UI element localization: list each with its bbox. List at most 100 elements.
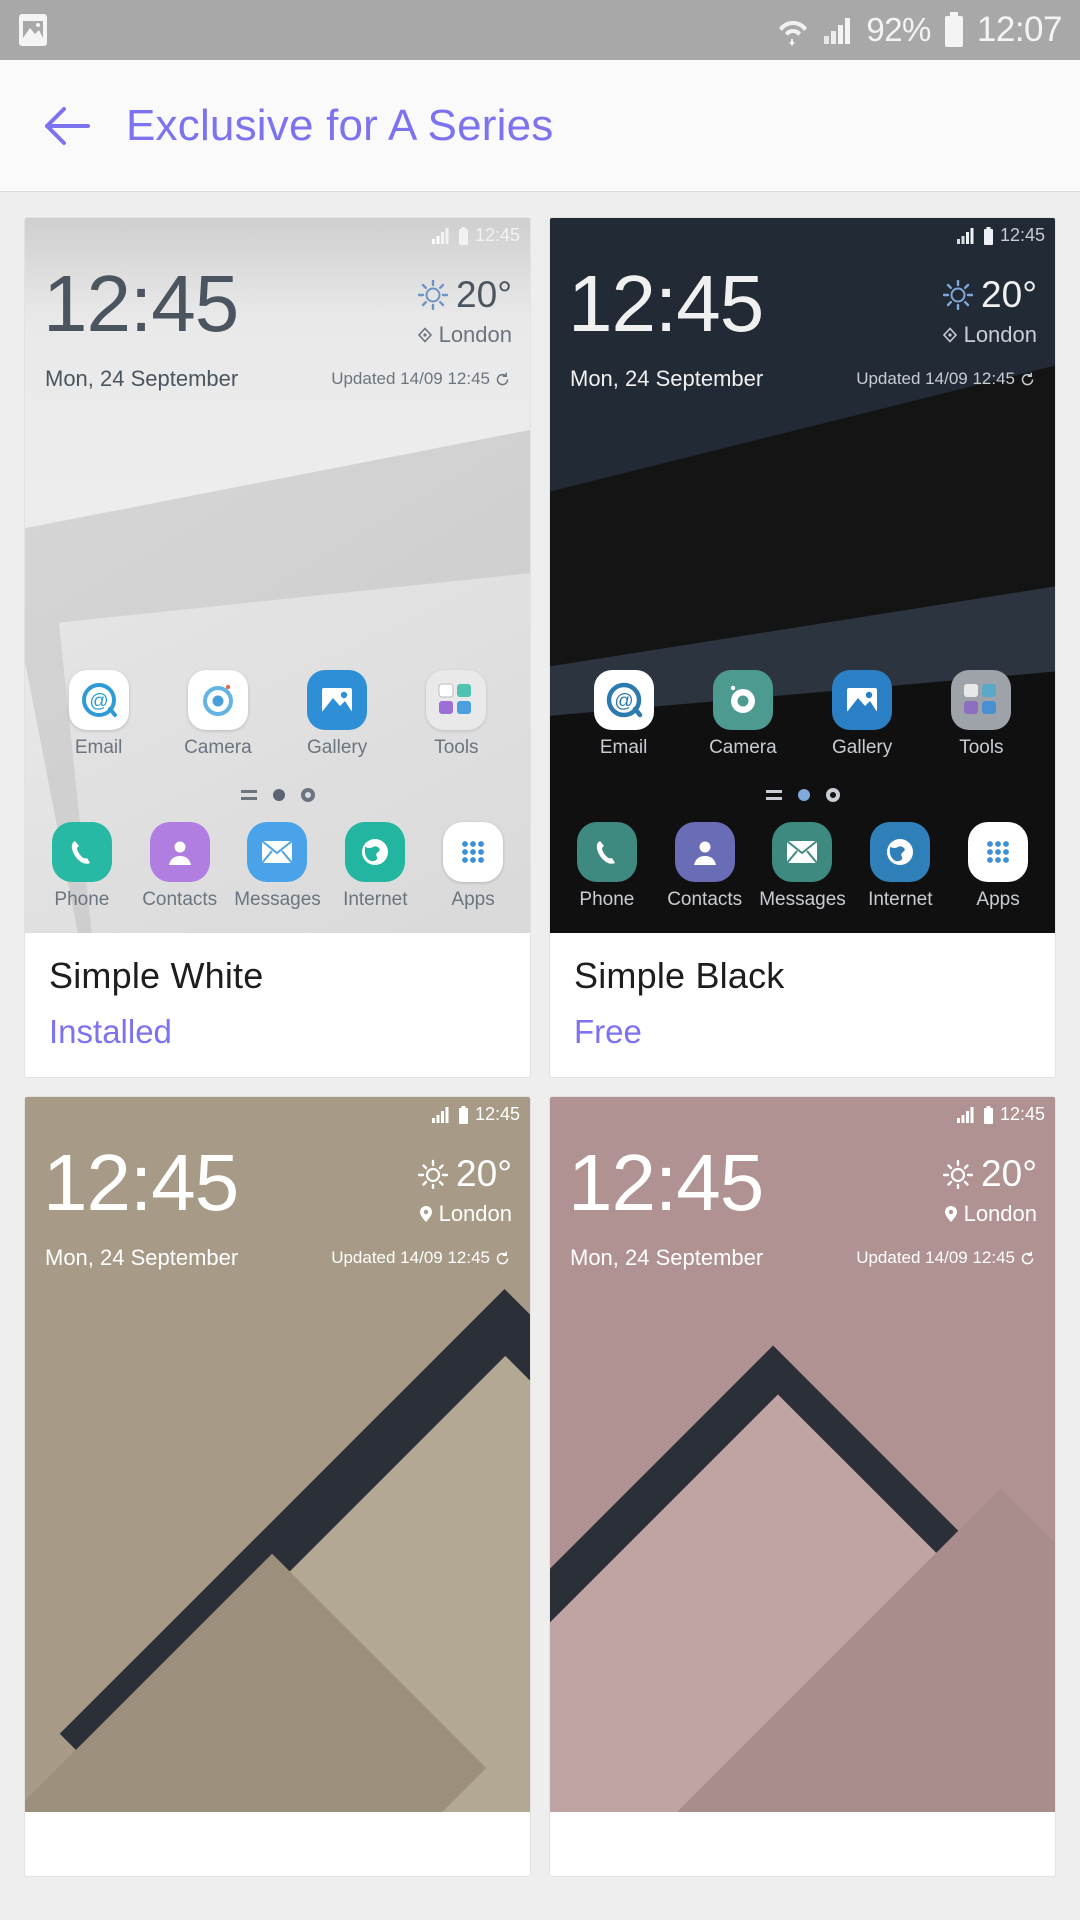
preview-status-clock: 12:45	[999, 225, 1045, 245]
app-icon-email[interactable]: @ Email	[62, 670, 136, 759]
location-pin-icon	[944, 1205, 958, 1223]
preview-status-bar: 12:45	[431, 1104, 520, 1125]
page-dot-list-icon[interactable]	[765, 790, 782, 800]
dock-icon-apps[interactable]: Apps	[961, 822, 1035, 911]
widget-time: 12:45	[568, 259, 764, 348]
app-label: Gallery	[307, 737, 368, 758]
location-pin-icon	[417, 327, 433, 343]
dock-icon-phone[interactable]: Phone	[570, 822, 644, 911]
weather-widget: 20° London	[418, 1145, 512, 1227]
dock-icon-phone[interactable]: Phone	[45, 822, 119, 911]
dock-label: Messages	[759, 889, 846, 910]
theme-card[interactable]: 12:45 12:45 20° London Mon, 24 September…	[24, 1096, 531, 1877]
widget-temperature: 20°	[456, 274, 512, 315]
widget-date-row: Mon, 24 September Updated 14/09 12:45	[550, 1245, 1055, 1271]
preview-status-clock: 12:45	[474, 1104, 520, 1124]
app-label: Email	[74, 737, 123, 758]
widget-date: Mon, 24 September	[570, 1245, 764, 1270]
theme-preview-simple-white[interactable]: 12:45 12:45 20° London Mon, 24 September…	[25, 218, 530, 933]
dock-icon-internet[interactable]: Internet	[863, 822, 937, 911]
preview-status-clock: 12:45	[474, 225, 520, 245]
app-icon-gallery[interactable]: Gallery	[825, 670, 899, 759]
dock-icon-apps[interactable]: Apps	[436, 822, 510, 911]
weather-widget: 20° London	[417, 266, 512, 348]
theme-name: Simple White	[49, 955, 264, 996]
refresh-icon	[495, 1251, 510, 1266]
home-app-row: @ Email Camera Gallery Tools	[25, 670, 530, 759]
app-label: Email	[599, 737, 648, 758]
signal-icon	[431, 227, 452, 244]
dock-label: Messages	[234, 889, 321, 910]
page-dot[interactable]	[300, 788, 315, 802]
status-bar-clock: 12:07	[976, 10, 1063, 49]
dock-label: Contacts	[667, 889, 743, 910]
widget-time: 12:45	[43, 259, 239, 348]
page-title: Exclusive for A Series	[126, 100, 554, 150]
sun-icon	[943, 280, 974, 310]
widget-updated: Updated 14/09 12:45	[856, 1248, 1015, 1267]
page-dot-active[interactable]	[272, 789, 285, 801]
app-label: Tools	[959, 737, 1004, 758]
page-dot-active[interactable]	[797, 789, 810, 801]
theme-meta	[550, 1812, 1055, 1876]
widget-city: London	[438, 322, 512, 347]
theme-name: Simple Black	[574, 955, 785, 996]
dock-label: Apps	[451, 889, 495, 910]
dock-label: Internet	[343, 889, 408, 910]
theme-preview-rose[interactable]: 12:45 12:45 20° London Mon, 24 September…	[550, 1097, 1055, 1812]
theme-preview-tan[interactable]: 12:45 12:45 20° London Mon, 24 September…	[25, 1097, 530, 1812]
svg-text:@: @	[89, 691, 108, 712]
dock-label: Phone	[579, 889, 635, 910]
theme-grid: 12:45 12:45 20° London Mon, 24 September…	[0, 192, 1080, 1877]
app-label: Camera	[709, 737, 777, 758]
svg-text:@: @	[614, 691, 633, 712]
app-icon-gallery[interactable]: Gallery	[300, 670, 374, 759]
widget-temperature: 20°	[981, 274, 1037, 315]
widget-time: 12:45	[43, 1138, 239, 1227]
refresh-icon	[495, 372, 510, 387]
dock-icon-internet[interactable]: Internet	[338, 822, 412, 911]
app-icon-camera[interactable]: Camera	[706, 670, 780, 759]
dock-icon-contacts[interactable]: Contacts	[142, 822, 218, 911]
app-icon-camera[interactable]: Camera	[181, 670, 255, 759]
app-icon-email[interactable]: @ Email	[587, 670, 661, 759]
back-button[interactable]	[38, 97, 96, 155]
theme-preview-simple-black[interactable]: 12:45 12:45 20° London Mon, 24 September…	[550, 218, 1055, 933]
sun-icon	[943, 1159, 974, 1189]
preview-status-clock: 12:45	[999, 1104, 1045, 1124]
dock-label: Contacts	[142, 889, 218, 910]
widget-temperature: 20°	[456, 1153, 512, 1194]
battery-icon	[983, 226, 994, 245]
dock-icon-contacts[interactable]: Contacts	[667, 822, 743, 911]
theme-card[interactable]: 12:45 12:45 20° London Mon, 24 September…	[549, 1096, 1056, 1877]
app-icon-tools[interactable]: Tools	[944, 670, 1018, 759]
dock-label: Apps	[976, 889, 1020, 910]
app-label: Gallery	[832, 737, 893, 758]
location-pin-icon	[942, 327, 958, 343]
location-pin-icon	[419, 1205, 433, 1223]
page-dot-list-icon[interactable]	[240, 790, 257, 800]
app-icon-tools[interactable]: Tools	[419, 670, 493, 759]
widget-city: London	[963, 322, 1037, 347]
page-dot[interactable]	[825, 788, 840, 802]
dock-icon-messages[interactable]: Messages	[759, 822, 846, 911]
clock-widget: 12:45 20° London	[550, 259, 1055, 348]
theme-meta: Simple White Installed	[25, 933, 530, 1077]
status-bar-left	[18, 13, 48, 47]
preview-status-bar: 12:45	[956, 225, 1045, 246]
app-label: Camera	[184, 737, 252, 758]
theme-status[interactable]: Free	[574, 1013, 1031, 1051]
refresh-icon	[1020, 372, 1035, 387]
wifi-icon	[776, 12, 810, 48]
clock-widget: 12:45 20° London	[550, 1143, 1055, 1227]
dock-icon-messages[interactable]: Messages	[234, 822, 321, 911]
widget-updated: Updated 14/09 12:45	[331, 1248, 490, 1267]
theme-card[interactable]: 12:45 12:45 20° London Mon, 24 September…	[24, 217, 531, 1078]
theme-status[interactable]: Installed	[49, 1013, 506, 1051]
preview-status-bar: 12:45	[956, 1104, 1045, 1125]
sun-icon	[418, 280, 449, 310]
clock-widget: 12:45 20° London	[25, 1138, 530, 1227]
home-app-row: @ Email Camera Gallery Tools	[550, 670, 1055, 759]
signal-icon	[956, 227, 977, 244]
theme-card[interactable]: 12:45 12:45 20° London Mon, 24 September…	[549, 217, 1056, 1078]
